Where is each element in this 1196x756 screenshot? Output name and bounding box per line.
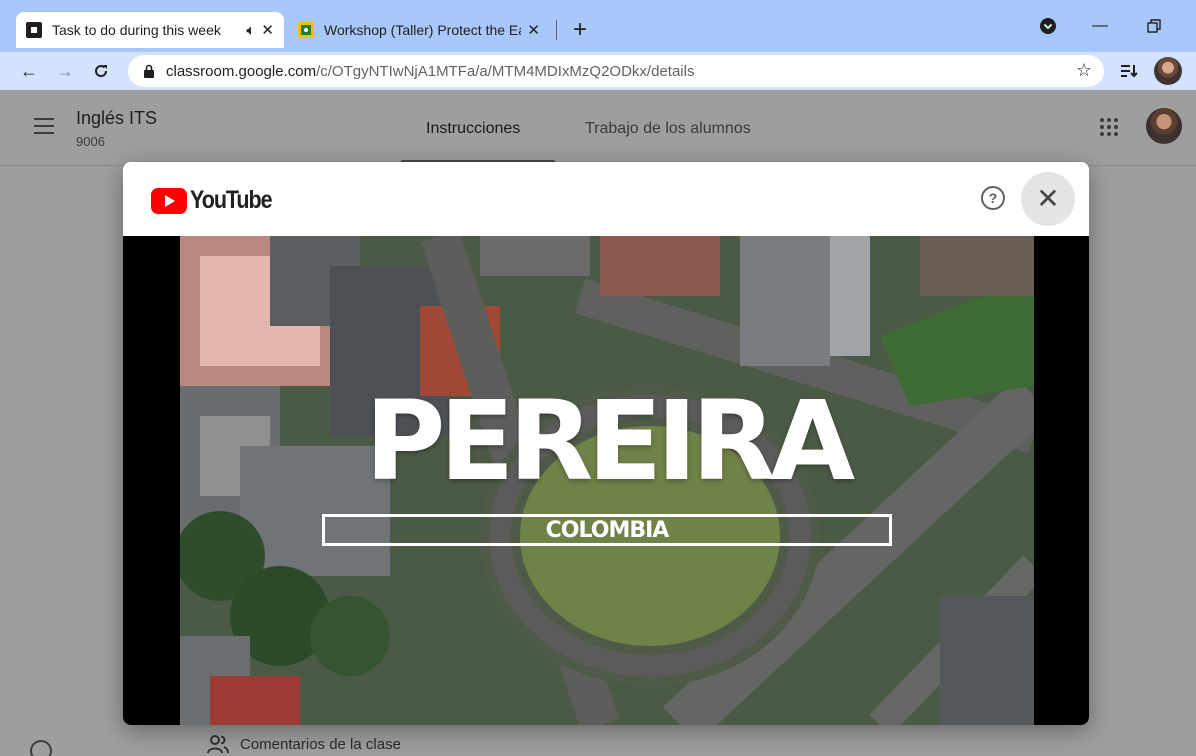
- speaker-icon[interactable]: 🔈︎: [246, 22, 255, 39]
- close-tab-icon[interactable]: ✕: [527, 21, 540, 39]
- tab-trabajo-de-los-alumnos[interactable]: Trabajo de los alumnos: [585, 120, 751, 138]
- tab-instrucciones[interactable]: Instrucciones: [426, 120, 520, 138]
- close-tab-icon[interactable]: ✕: [261, 21, 274, 39]
- classroom-assignment-icon: [26, 22, 42, 38]
- reload-icon[interactable]: [88, 58, 114, 84]
- url-path: /c/OTgyNTIwNjA1MTFa/a/MTM4MDIxMzQ2ODkx/d…: [316, 62, 695, 80]
- youtube-wordmark: YouTube: [190, 186, 273, 214]
- comments-label: Comentarios de la clase: [240, 735, 401, 753]
- account-avatar[interactable]: [1146, 108, 1182, 144]
- menu-icon[interactable]: [34, 118, 54, 134]
- forward-arrow-icon[interactable]: →: [52, 58, 78, 84]
- google-apps-icon[interactable]: [1100, 118, 1118, 136]
- video-player[interactable]: PEREIRA COLOMBIA: [123, 236, 1089, 725]
- video-frame[interactable]: PEREIRA COLOMBIA: [180, 236, 1034, 725]
- youtube-modal: YouTube ? ✕ PEREIRA COLOMBIA: [123, 162, 1089, 725]
- profile-avatar[interactable]: [1154, 57, 1182, 85]
- tab-workshop[interactable]: Workshop (Taller) Protect the Earth ✕: [288, 12, 550, 48]
- tab-separator: [556, 20, 557, 40]
- youtube-logo: YouTube: [151, 186, 285, 215]
- reading-list-icon[interactable]: [1118, 60, 1140, 82]
- class-section: 9006: [76, 134, 105, 149]
- browser-toolbar: ← → classroom.google.com/c/OTgyNTIwNjA1M…: [0, 52, 1196, 90]
- close-modal-button[interactable]: ✕: [1021, 172, 1075, 226]
- help-icon[interactable]: ?: [981, 186, 1005, 210]
- youtube-play-icon: [151, 187, 187, 214]
- class-comments[interactable]: Comentarios de la clase: [206, 734, 401, 754]
- tab-title: Workshop (Taller) Protect the Earth: [324, 22, 522, 38]
- browser-tab-strip: Task to do during this week 🔈︎ ✕ Worksho…: [0, 0, 1196, 52]
- video-subtitle-text: COLOMBIA: [545, 518, 670, 543]
- tab-title: Task to do during this week: [52, 22, 221, 38]
- video-title-text: PEREIRA: [364, 377, 855, 505]
- google-classroom-icon: [298, 22, 314, 38]
- youtube-modal-header: YouTube ? ✕: [123, 162, 1089, 236]
- url-host: classroom.google.com: [166, 62, 317, 80]
- new-tab-button[interactable]: +: [566, 16, 594, 44]
- help-icon[interactable]: [30, 740, 52, 756]
- address-bar[interactable]: classroom.google.com/c/OTgyNTIwNjA1MTFa/…: [128, 55, 1104, 87]
- classroom-header: Inglés ITS 9006 Instrucciones Trabajo de…: [0, 90, 1196, 166]
- bookmark-star-icon[interactable]: ☆: [1076, 60, 1092, 81]
- back-arrow-icon[interactable]: ←: [16, 58, 42, 84]
- minimize-icon[interactable]: —: [1088, 14, 1112, 38]
- tab-task-to-do[interactable]: Task to do during this week 🔈︎ ✕: [16, 12, 284, 48]
- tab-search-icon[interactable]: [1036, 14, 1060, 38]
- restore-icon[interactable]: [1142, 14, 1166, 38]
- people-icon: [207, 735, 229, 754]
- class-name[interactable]: Inglés ITS: [76, 108, 157, 129]
- lock-icon: [144, 64, 154, 78]
